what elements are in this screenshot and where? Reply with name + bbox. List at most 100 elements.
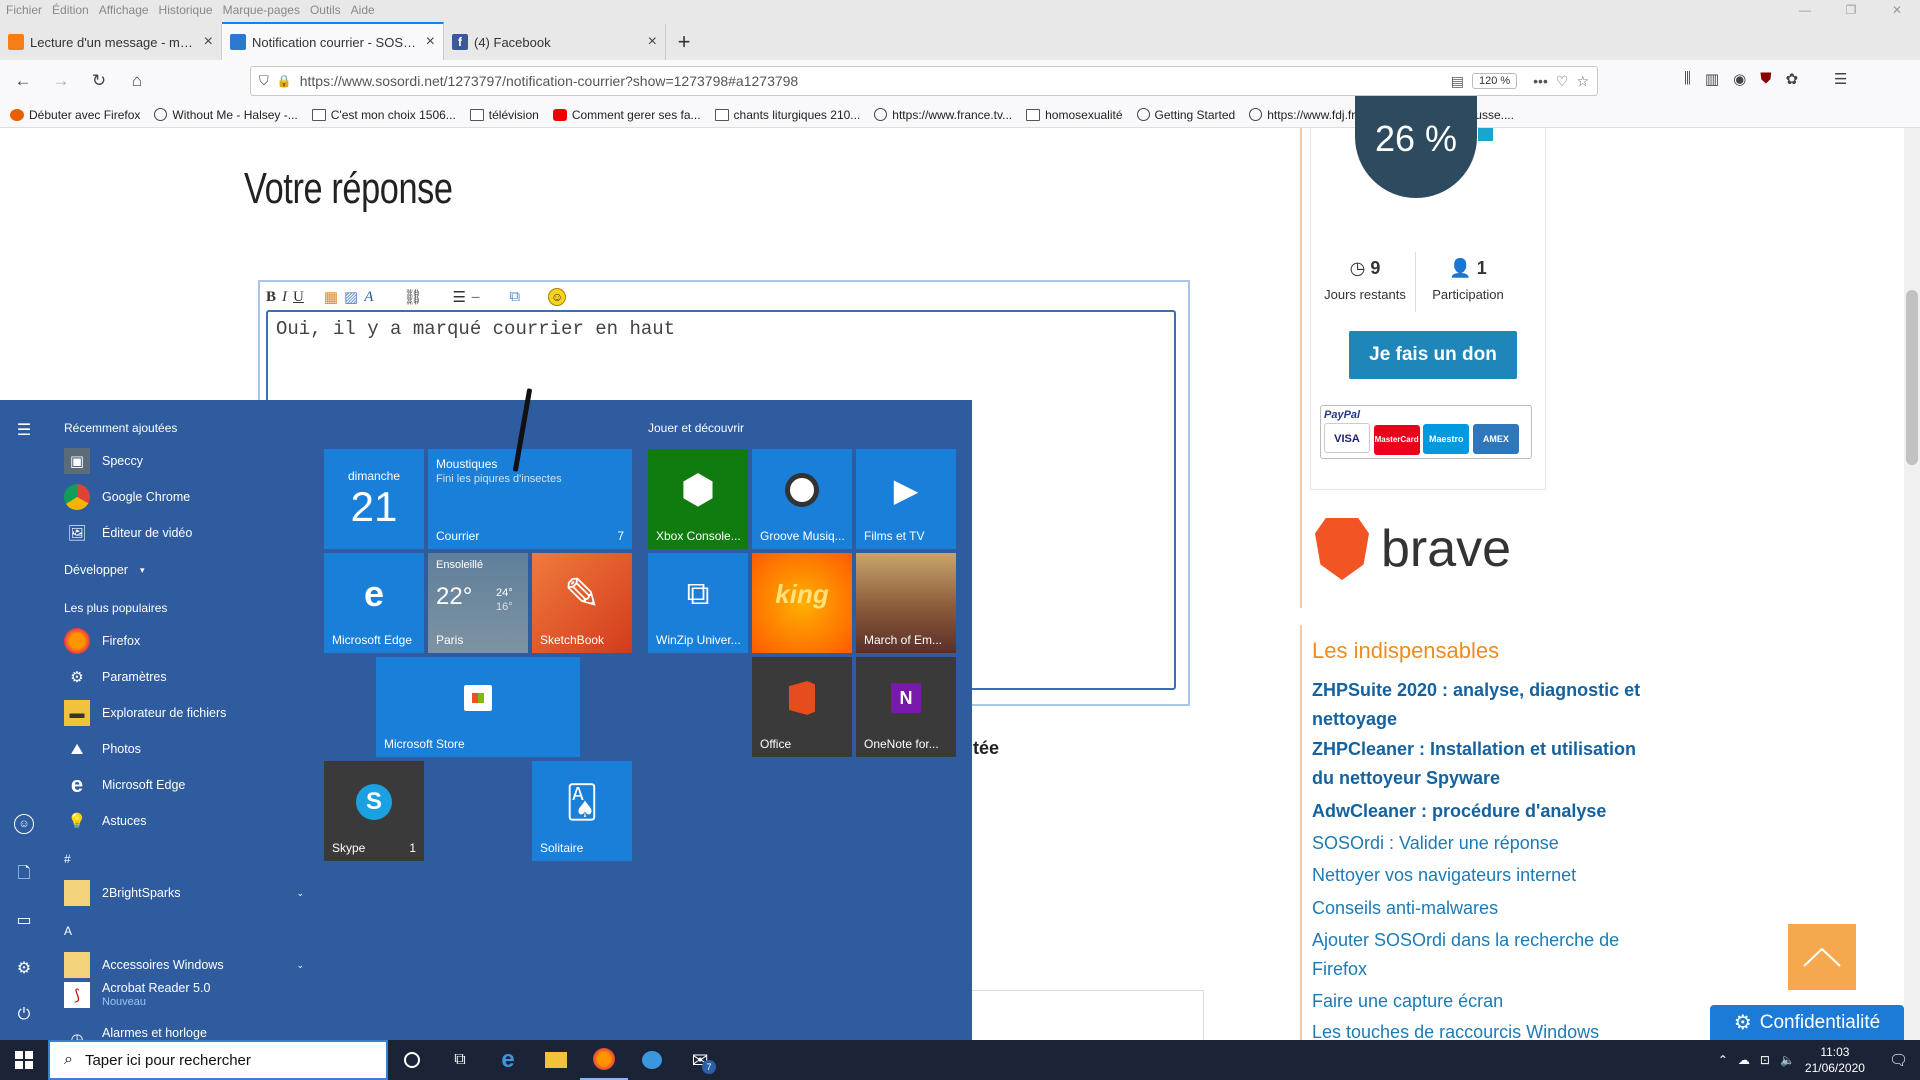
indispensable-link[interactable]: Ajouter SOSOrdi dans la recherche de Fir… — [1312, 926, 1652, 984]
solitaire-tile[interactable]: 🂡 Solitaire — [532, 761, 632, 861]
user-avatar-icon[interactable]: ☺ — [14, 814, 34, 834]
network-icon[interactable]: ⊡ — [1760, 1053, 1770, 1067]
hamburger-menu-icon[interactable]: ☰ — [1834, 70, 1847, 88]
menu-tools[interactable]: Outils — [310, 3, 341, 17]
taskbar-search[interactable]: ⌕ Taper ici pour rechercher — [48, 1040, 388, 1080]
close-tab-icon[interactable]: × — [648, 33, 657, 51]
xbox-tile[interactable]: ⬢ Xbox Console... — [648, 449, 748, 549]
store-tile[interactable]: Microsoft Store — [376, 657, 580, 757]
app-item[interactable]: 💡 Astuces — [64, 806, 147, 836]
power-icon[interactable]: ⏻ — [14, 1006, 34, 1026]
app-folder[interactable]: Accessoires Windows ⌄ — [64, 950, 304, 980]
app-item[interactable]: e Microsoft Edge — [64, 770, 186, 800]
calendar-tile[interactable]: dimanche 21 — [324, 449, 424, 549]
indispensable-link[interactable]: Faire une capture écran — [1312, 987, 1652, 1016]
bold-button[interactable]: B — [266, 289, 276, 306]
minimize-button[interactable]: — — [1782, 0, 1828, 20]
new-tab-button[interactable]: + — [666, 24, 702, 60]
close-tab-icon[interactable]: × — [204, 33, 213, 51]
volume-icon[interactable]: 🔈 — [1780, 1053, 1795, 1067]
italic-button[interactable]: I — [282, 289, 287, 306]
settings-gear-icon[interactable]: ⚙ — [14, 958, 34, 978]
smiley-icon[interactable]: ☺ — [548, 288, 567, 306]
bookmark-folder[interactable]: homosexualité — [1026, 108, 1123, 122]
bookmark-folder[interactable]: chants liturgiques 210... — [714, 108, 860, 122]
lock-icon[interactable]: 🔒 — [277, 74, 292, 88]
clock[interactable]: 11:03 21/06/2020 — [1805, 1044, 1865, 1076]
pictures-icon[interactable]: ▭ — [14, 910, 34, 930]
reader-view-icon[interactable]: ▤ — [1451, 73, 1464, 90]
bookmark-star-icon[interactable]: ☆ — [1576, 73, 1589, 90]
bookmark-folder[interactable]: C'est mon choix 1506... — [311, 108, 456, 122]
menu-help[interactable]: Aide — [351, 3, 375, 17]
section-letter[interactable]: A — [64, 924, 72, 938]
section-letter[interactable]: # — [64, 852, 71, 866]
app-item[interactable]: ⟆ Acrobat Reader 5.0 Nouveau — [64, 980, 210, 1010]
extension-icon[interactable]: ✿ — [1785, 70, 1798, 88]
indispensable-link[interactable]: ZHPCleaner : Installation et utilisation… — [1312, 735, 1652, 793]
notifications-icon[interactable]: 🗨 — [1889, 1051, 1908, 1069]
cortana-button[interactable] — [388, 1040, 436, 1080]
menu-edit[interactable]: Édition — [52, 3, 89, 17]
tab-mail[interactable]: Lecture d'un message - mail O × — [0, 24, 222, 60]
indispensable-link[interactable]: SOSOrdi : Valider une réponse — [1312, 829, 1652, 858]
menu-bookmarks[interactable]: Marque-pages — [223, 3, 300, 17]
app-item[interactable]: ▣ Speccy — [64, 446, 143, 476]
onenote-tile[interactable]: N OneNote for... — [856, 657, 956, 757]
bookmark-item[interactable]: Getting Started — [1136, 108, 1235, 122]
bookmark-item[interactable]: https://www.fdj.fr/ — [1249, 108, 1359, 122]
link-icon[interactable]: ⛓ — [403, 288, 422, 307]
back-button[interactable]: ← — [6, 66, 40, 96]
app-folder[interactable]: 2BrightSparks ⌄ — [64, 878, 304, 908]
url-text[interactable]: https://www.sosordi.net/1273797/notifica… — [300, 73, 1443, 89]
app-item[interactable]: ⚙ Paramètres — [64, 662, 166, 692]
library-icon[interactable]: ⫼ — [1684, 70, 1691, 88]
onedrive-cloud-icon[interactable]: ☁ — [1738, 1053, 1750, 1067]
taskbar-chat[interactable] — [628, 1040, 676, 1080]
edge-tile[interactable]: e Microsoft Edge — [324, 553, 424, 653]
indispensable-link[interactable]: ZHPSuite 2020 : analyse, diagnostic et n… — [1312, 676, 1652, 734]
shield-icon[interactable]: ⛉ — [259, 73, 269, 89]
sketchbook-tile[interactable]: ✎ SketchBook — [532, 553, 632, 653]
app-item[interactable]: 🖼 Éditeur de vidéo — [64, 518, 192, 548]
bookmark-item[interactable]: Without Me - Halsey -... — [154, 108, 298, 122]
table-icon[interactable]: ▦ — [324, 288, 338, 307]
home-button[interactable]: ⌂ — [120, 66, 154, 96]
list-icon[interactable]: ☰ — [452, 288, 465, 307]
zoom-indicator[interactable]: 120 % — [1471, 73, 1518, 89]
groove-tile[interactable]: Groove Musiq... — [752, 449, 852, 549]
page-actions-icon[interactable]: ••• — [1533, 73, 1548, 89]
brave-ad[interactable]: brave — [1315, 518, 1511, 580]
close-window-button[interactable]: ✕ — [1874, 0, 1920, 20]
bookmark-folder[interactable]: télévision — [469, 108, 539, 122]
taskbar-mail[interactable]: ✉ 7 — [676, 1040, 724, 1080]
pocket-icon[interactable]: ♡ — [1556, 73, 1569, 90]
winzip-tile[interactable]: ⧉ WinZip Univer... — [648, 553, 748, 653]
code-icon[interactable]: ⧉ — [509, 288, 520, 306]
url-bar[interactable]: ⛉ 🔒 https://www.sosordi.net/1273797/noti… — [250, 66, 1598, 96]
app-item[interactable]: Google Chrome — [64, 482, 190, 512]
donate-button[interactable]: Je fais un don — [1349, 331, 1517, 379]
forward-button[interactable]: → — [44, 66, 78, 96]
underline-button[interactable]: U — [293, 289, 304, 306]
taskbar-firefox[interactable] — [580, 1040, 628, 1080]
sidebar-icon[interactable]: ▥ — [1705, 70, 1719, 88]
bookmark-item[interactable]: Comment gerer ses fa... — [552, 108, 701, 122]
font-color-icon[interactable]: A — [364, 289, 373, 306]
maximize-button[interactable]: ❐ — [1828, 0, 1874, 20]
app-item[interactable]: ⛰ Photos — [64, 734, 141, 764]
expand-button[interactable]: Développer ▾ — [64, 555, 144, 585]
tab-sosordi[interactable]: Notification courrier - SOSOrdi × — [222, 22, 444, 60]
menu-view[interactable]: Affichage — [99, 3, 149, 17]
documents-icon[interactable]: 🗋 — [14, 862, 34, 882]
windows-start-button[interactable] — [0, 1040, 48, 1080]
app-item[interactable]: ◷ Alarmes et horloge — [64, 1026, 206, 1040]
office-tile[interactable]: Office — [752, 657, 852, 757]
weather-tile[interactable]: Ensoleillé 22° 24° 16° Paris — [428, 553, 528, 653]
taskbar-explorer[interactable] — [532, 1040, 580, 1080]
menu-history[interactable]: Historique — [159, 3, 213, 17]
privacy-button[interactable]: ⚙ Confidentialité — [1710, 1005, 1904, 1040]
app-item[interactable]: Firefox — [64, 626, 140, 656]
app-item[interactable]: ▬ Explorateur de fichiers — [64, 698, 226, 728]
chevron-up-icon[interactable]: ⌃ — [1718, 1053, 1728, 1067]
